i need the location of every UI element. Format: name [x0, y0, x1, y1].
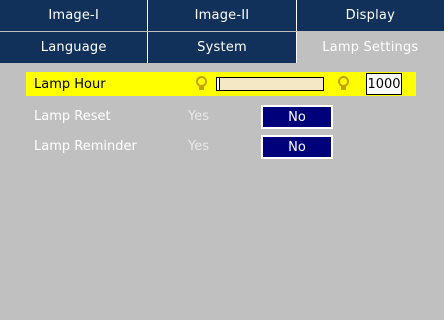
lamp-reminder-label: Lamp Reminder	[34, 138, 137, 154]
tab-row-2: Language System Lamp Settings	[0, 32, 444, 63]
lamp-reminder-no-option[interactable]: No	[261, 135, 333, 159]
lamp-reminder-row: Lamp Reminder Yes No	[26, 134, 416, 159]
tab-language[interactable]: Language	[0, 32, 149, 63]
tab-lamp-settings[interactable]: Lamp Settings	[296, 32, 444, 63]
lamp-hour-slider-fill	[217, 78, 221, 90]
settings-panel: Lamp Hour 1000 Lamp Reset Yes No Lamp Re…	[6, 64, 444, 320]
lamp-reset-no-option[interactable]: No	[261, 105, 333, 129]
lamp-hour-label: Lamp Hour	[34, 76, 106, 92]
lamp-reset-yes-option[interactable]: Yes	[188, 109, 209, 124]
lamp-reset-label: Lamp Reset	[34, 108, 111, 124]
tab-image-i[interactable]: Image-I	[0, 0, 149, 31]
lamp-high-icon	[338, 76, 349, 90]
lamp-hour-slider[interactable]	[216, 77, 324, 91]
tab-image-ii[interactable]: Image-II	[148, 0, 297, 31]
lamp-low-icon	[196, 76, 207, 90]
tab-row-1: Image-I Image-II Display	[0, 0, 444, 31]
tab-bar: Image-I Image-II Display Language System…	[0, 0, 444, 64]
tab-system[interactable]: System	[148, 32, 297, 63]
lamp-hour-value: 1000	[366, 73, 402, 95]
tab-display[interactable]: Display	[296, 0, 444, 31]
lamp-hour-row[interactable]: Lamp Hour 1000	[26, 72, 416, 96]
lamp-reminder-yes-option[interactable]: Yes	[188, 139, 209, 154]
lamp-reset-row: Lamp Reset Yes No	[26, 104, 416, 129]
